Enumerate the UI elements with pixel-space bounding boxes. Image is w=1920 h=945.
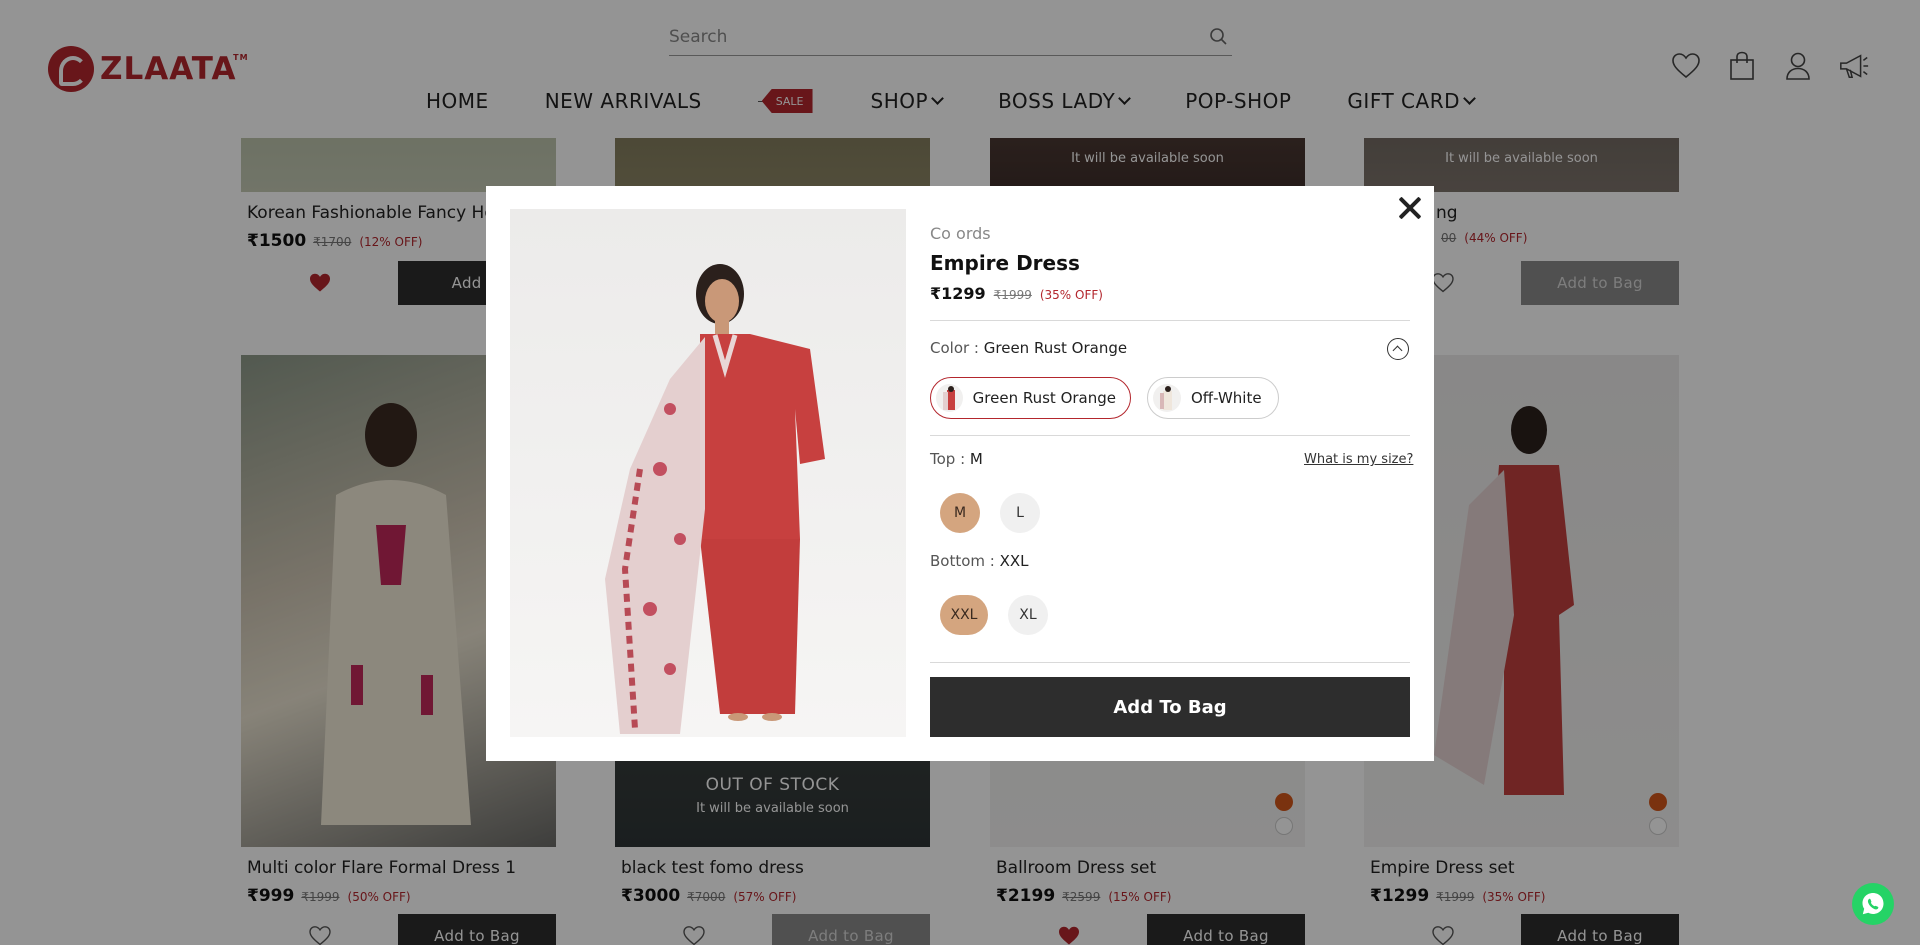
divider <box>930 320 1410 321</box>
product-title: Empire Dress <box>930 251 1080 275</box>
quick-view-modal: Co ords Empire Dress ₹1299 ₹1999 (35% OFF)… <box>486 186 1434 761</box>
bottom-size-xl[interactable]: XL <box>1008 595 1048 635</box>
divider <box>930 662 1410 663</box>
color-option-green-rust-orange[interactable]: Green Rust Orange <box>930 377 1131 419</box>
whatsapp-chat-button[interactable] <box>1852 883 1894 925</box>
top-size-m[interactable]: M <box>940 493 980 533</box>
chevron-up-icon[interactable] <box>1387 338 1409 360</box>
color-label: Color : Green Rust Orange <box>930 339 1128 357</box>
top-size-label: Top : M <box>930 450 983 468</box>
product-price: ₹1299 ₹1999 (35% OFF) <box>930 284 1103 303</box>
whatsapp-icon <box>1862 893 1884 915</box>
close-icon[interactable] <box>1396 194 1424 222</box>
top-size-l[interactable]: L <box>1000 493 1040 533</box>
size-guide-link[interactable]: What is my size? <box>1304 452 1413 467</box>
color-thumbnail <box>936 384 963 412</box>
divider <box>930 435 1410 436</box>
bottom-size-xxl[interactable]: XXL <box>940 595 988 635</box>
bottom-size-label: Bottom : XXL <box>930 552 1029 570</box>
product-main-image <box>510 209 906 737</box>
add-to-bag-button[interactable]: Add To Bag <box>930 677 1410 737</box>
color-option-off-white[interactable]: Off-White <box>1147 377 1279 419</box>
product-category: Co ords <box>930 224 991 243</box>
color-thumbnail <box>1153 384 1181 412</box>
